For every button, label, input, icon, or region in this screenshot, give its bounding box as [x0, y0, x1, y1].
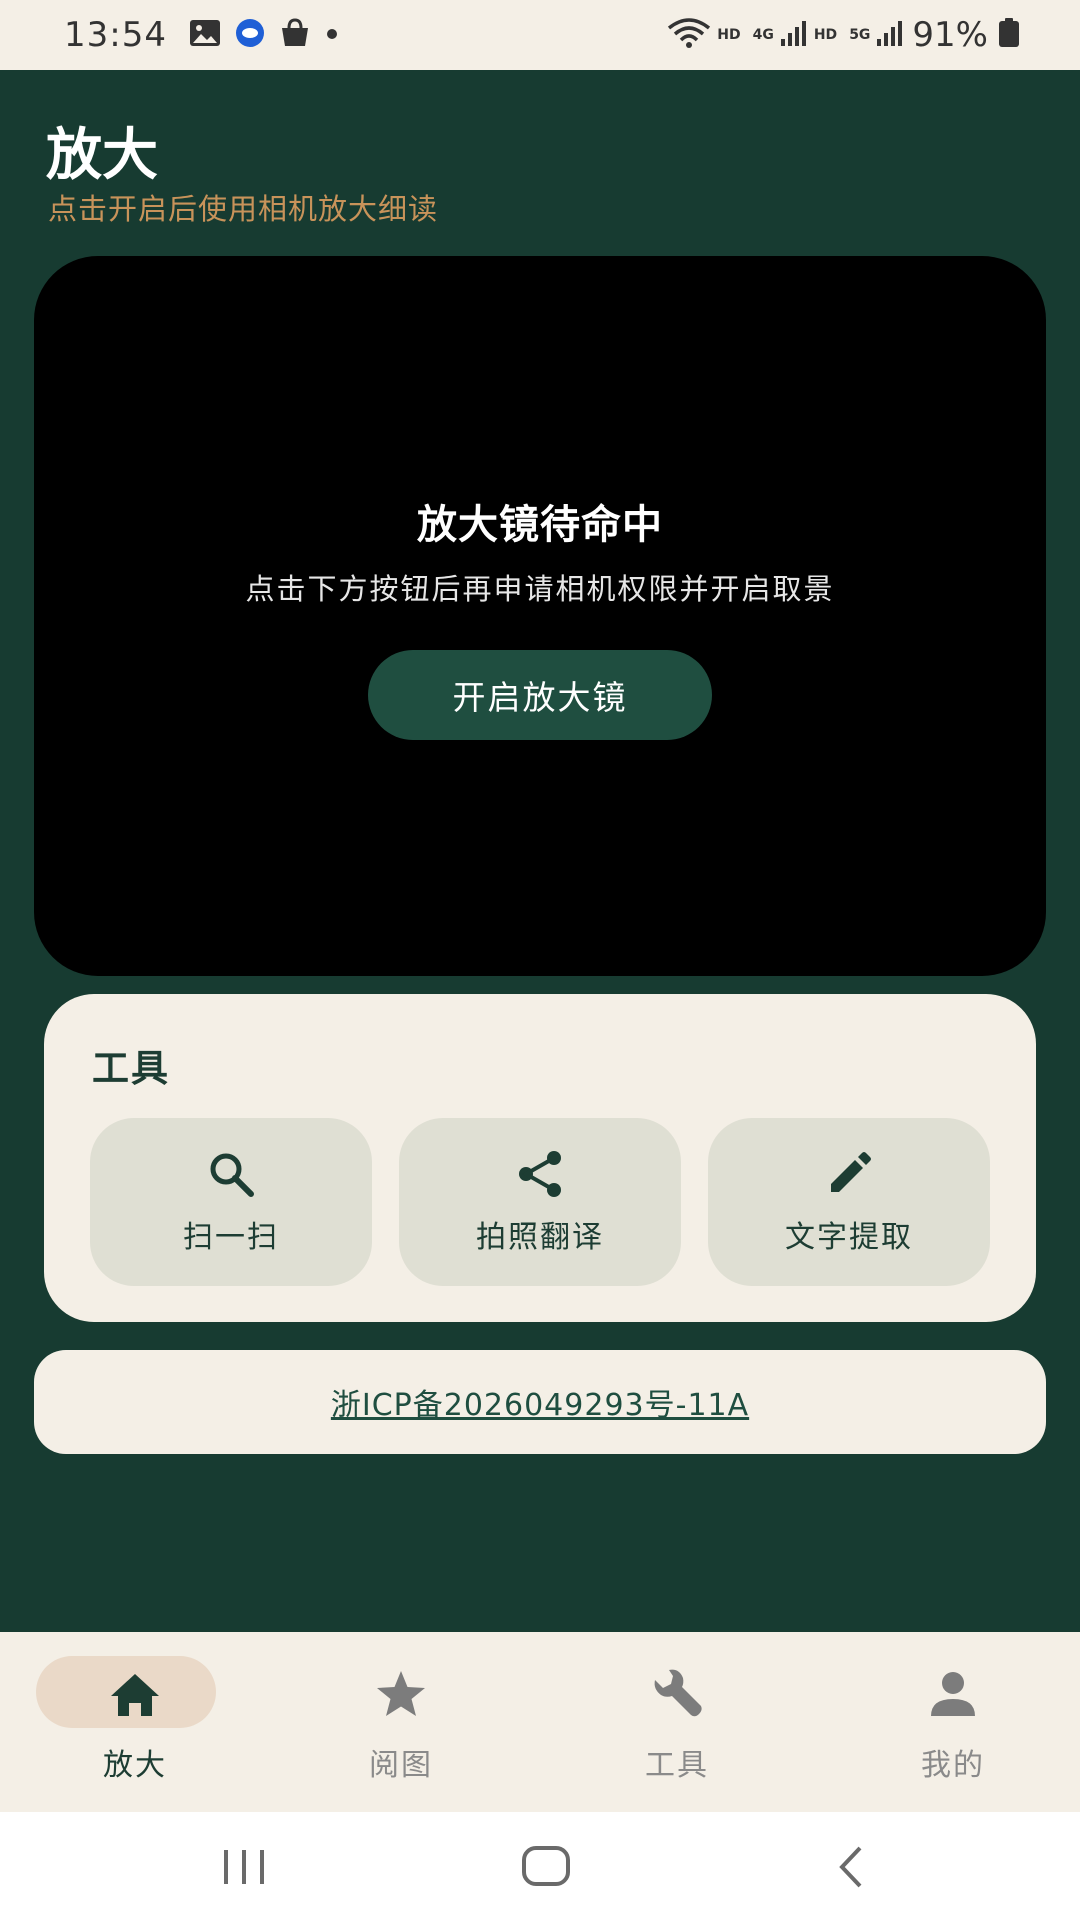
- home-circle-icon[interactable]: [516, 1842, 576, 1892]
- share-icon: [516, 1150, 564, 1198]
- nav-item-mine[interactable]: 我的: [818, 1632, 1080, 1812]
- network-label-5g: 5G: [849, 27, 871, 43]
- tool-text-extract-label: 文字提取: [785, 1220, 913, 1255]
- icp-link[interactable]: 浙ICP备2026049293号-11A: [331, 1380, 749, 1424]
- wifi-icon: [667, 18, 711, 52]
- nav-label-read-image: 阅图: [369, 1748, 433, 1783]
- recents-icon[interactable]: [214, 1842, 274, 1892]
- camera-status-title: 放大镜待命中: [417, 502, 663, 548]
- battery-icon: [998, 18, 1020, 52]
- shopping-bag-icon: [279, 18, 311, 52]
- signal-icon-2: [876, 19, 904, 51]
- battery-percent: 91%: [912, 15, 988, 55]
- network-label-hd-2: HD: [813, 27, 838, 43]
- tools-title: 工具: [92, 1047, 170, 1090]
- search-icon: [207, 1150, 255, 1198]
- system-nav-bar: [0, 1812, 1080, 1920]
- signal-icon: [780, 19, 808, 51]
- nav-label-magnify: 放大: [103, 1748, 167, 1783]
- nav-label-mine: 我的: [921, 1748, 985, 1783]
- dot-icon: [325, 26, 339, 45]
- status-bar: 13:54 HD 4G HD 5G 91%: [0, 0, 1080, 70]
- status-time: 13:54: [64, 15, 167, 55]
- tool-scan-button[interactable]: 扫一扫: [90, 1118, 372, 1286]
- nav-item-tools[interactable]: 工具: [542, 1632, 812, 1812]
- wrench-icon: [649, 1666, 705, 1722]
- tools-card: 工具 扫一扫 拍照翻译 文字提取: [44, 994, 1036, 1322]
- open-magnifier-button[interactable]: 开启放大镜: [368, 650, 712, 740]
- camera-status-description: 点击下方按钮后再申请相机权限并开启取景: [245, 572, 835, 606]
- network-label-4g: 4G: [752, 27, 774, 43]
- page-subtitle: 点击开启后使用相机放大细读: [48, 192, 439, 226]
- network-label-hd-1: HD: [717, 27, 741, 43]
- tool-scan-label: 扫一扫: [183, 1220, 279, 1255]
- icp-bar: 浙ICP备2026049293号-11A: [34, 1350, 1046, 1454]
- tool-photo-translate-label: 拍照翻译: [476, 1220, 604, 1255]
- status-left: 13:54: [64, 15, 353, 55]
- nav-item-magnify[interactable]: 放大: [0, 1632, 270, 1812]
- nav-label-tools: 工具: [645, 1748, 709, 1783]
- home-icon: [107, 1666, 163, 1722]
- page-title: 放大: [46, 123, 158, 188]
- pencil-icon: [825, 1150, 873, 1198]
- screen: 13:54 HD 4G HD 5G 91% 放大 点击开启后使用相机放大细读 放…: [0, 0, 1080, 1920]
- star-icon: [373, 1666, 429, 1722]
- camera-preview-card: 放大镜待命中 点击下方按钮后再申请相机权限并开启取景 开启放大镜: [34, 256, 1046, 976]
- status-right: HD 4G HD 5G 91%: [667, 15, 1020, 55]
- tool-photo-translate-button[interactable]: 拍照翻译: [399, 1118, 681, 1286]
- chat-bubble-icon: [235, 18, 265, 52]
- nav-item-read-image[interactable]: 阅图: [266, 1632, 536, 1812]
- person-icon: [925, 1666, 981, 1722]
- bottom-nav: 放大 阅图 工具 我的: [0, 1632, 1080, 1812]
- image-icon: [189, 19, 221, 51]
- back-icon[interactable]: [820, 1842, 880, 1892]
- tool-text-extract-button[interactable]: 文字提取: [708, 1118, 990, 1286]
